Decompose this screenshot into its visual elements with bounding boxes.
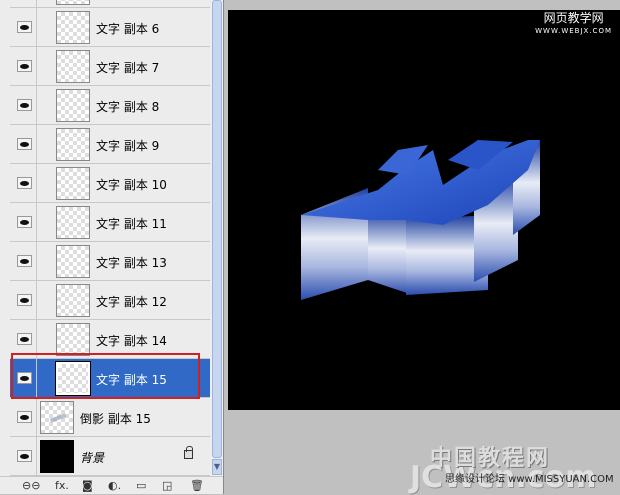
visibility-eye-icon[interactable] [12,242,37,280]
layer-name: 倒影 副本 15 [80,412,151,426]
layer-name: 文字 副本 13 [96,256,167,270]
visibility-eye-icon[interactable] [12,437,37,475]
layer-row[interactable]: 背景 [10,437,210,476]
layer-row[interactable]: 文字 副本 5 [10,0,210,8]
visibility-eye-icon[interactable] [12,281,37,319]
visibility-eye-icon[interactable] [12,0,37,7]
visibility-eye-icon[interactable] [12,359,37,397]
layer-row[interactable]: 文字 副本 9 [10,125,210,164]
folder-icon[interactable]: ▭ [136,479,146,493]
layers-toolbar: ⊖⊖ fx. ◙ ◐. ▭ ◲ 🗑 [0,476,223,494]
3d-text-artwork [301,140,540,300]
layer-thumbnail [56,89,90,122]
link-icon[interactable]: ⊖⊖ [22,479,40,493]
layer-row[interactable]: 文字 副本 11 [10,203,210,242]
scroll-down-arrow-icon[interactable]: ▼ [212,459,222,475]
layer-thumbnail [56,50,90,83]
layers-panel: 文字 副本 5 文字 副本 6 文字 副本 7 文字 副本 8 文字 副本 9 文字 副本… [0,0,224,494]
layer-row[interactable]: 文字 副本 6 [10,8,210,47]
layer-name: 文字 副本 14 [96,334,167,348]
watermark-top: 网页教学网 WWW.WEBJX.COM [535,12,612,38]
layer-name: 文字 副本 6 [96,22,160,36]
layer-row[interactable]: 文字 副本 8 [10,86,210,125]
watermark-title: 网页教学网 [543,11,604,25]
layer-thumbnail [56,167,90,200]
layer-row[interactable]: 倒影 副本 15 [10,398,210,437]
layer-name: 文字 副本 10 [96,178,167,192]
watermark-cn: 中国教程网 [430,446,551,471]
layer-thumbnail [56,128,90,161]
layer-name: 背景 [80,451,105,465]
watermark-url: WWW.WEBJX.COM [535,27,612,35]
fx-icon[interactable]: fx. [55,479,69,493]
layer-name: 文字 副本 7 [96,61,160,75]
layer-row[interactable]: 文字 副本 14 [10,320,210,359]
layer-thumbnail [56,206,90,239]
visibility-eye-icon[interactable] [12,164,37,202]
layer-thumbnail [56,323,90,356]
layer-name: 文字 副本 8 [96,100,160,114]
layer-thumbnail [56,0,90,5]
layer-name: 文字 副本 15 [96,373,167,387]
layer-name: 文字 副本 11 [96,217,167,231]
layers-list: 文字 副本 5 文字 副本 6 文字 副本 7 文字 副本 8 文字 副本 9 文字 副本… [10,0,210,476]
scrollbar[interactable]: ▼ [211,0,223,476]
layer-row[interactable]: 文字 副本 13 [10,242,210,281]
visibility-eye-icon[interactable] [12,125,37,163]
layer-thumbnail [40,440,74,473]
scrollbar-thumb[interactable] [212,0,222,458]
layer-thumbnail [56,245,90,278]
adjustment-icon[interactable]: ◐. [108,479,121,493]
layer-row[interactable]: 文字 副本 10 [10,164,210,203]
visibility-eye-icon[interactable] [12,320,37,358]
layer-thumbnail [56,284,90,317]
visibility-eye-icon[interactable] [12,203,37,241]
layer-name: 文字 副本 9 [96,139,160,153]
visibility-eye-icon[interactable] [12,47,37,85]
layer-row[interactable]: 文字 副本 12 [10,281,210,320]
layer-thumbnail [40,401,74,434]
lock-icon [184,446,193,459]
layer-thumbnail [55,361,91,396]
document-canvas[interactable]: 网页教学网 WWW.WEBJX.COM [228,10,620,410]
watermark-forum: 思缘设计论坛 www.MISSYUAN.COM [445,474,614,485]
visibility-eye-icon[interactable] [12,8,37,46]
mask-icon[interactable]: ◙ [82,479,93,493]
layer-name: 文字 副本 12 [96,295,167,309]
visibility-eye-icon[interactable] [12,398,37,436]
layer-row[interactable]: 文字 副本 7 [10,47,210,86]
new-layer-icon[interactable]: ◲ [162,479,172,493]
trash-icon[interactable]: 🗑 [190,479,204,493]
visibility-eye-icon[interactable] [12,86,37,124]
layer-row[interactable]: 文字 副本 15 [10,359,210,398]
layer-thumbnail [56,11,90,44]
